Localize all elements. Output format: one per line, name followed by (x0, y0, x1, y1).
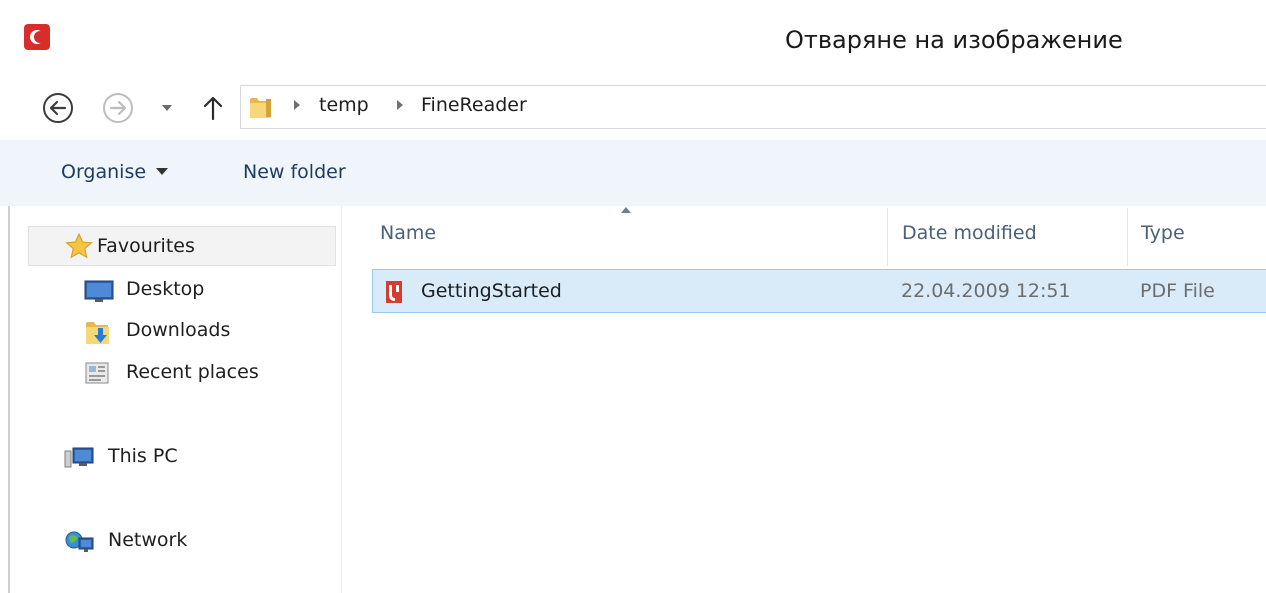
back-button[interactable] (42, 92, 74, 124)
organise-button[interactable]: Organise (61, 161, 169, 183)
chevron-down-icon (156, 168, 169, 175)
file-name: GettingStarted (421, 280, 562, 302)
network-icon (65, 531, 94, 552)
folder-icon (250, 98, 271, 118)
app-logo-icon (24, 24, 50, 50)
sidebar-item-network[interactable]: Network (64, 525, 324, 559)
new-folder-button[interactable]: New folder (243, 161, 346, 183)
recent-locations-chevron-down-icon[interactable] (160, 101, 174, 115)
breadcrumb-temp[interactable]: temp (319, 94, 369, 116)
sidebar-item-label: This PC (108, 445, 178, 467)
file-row[interactable]: GettingStarted 22.04.2009 12:51 PDF File (372, 269, 1266, 313)
breadcrumb-finereader[interactable]: FineReader (421, 94, 527, 116)
command-toolbar (0, 140, 1266, 206)
sort-ascending-icon (621, 207, 631, 213)
pdf-file-icon (386, 281, 402, 303)
window-title: Отваряне на изображение (785, 26, 1123, 54)
sidebar-item-label: Network (108, 529, 188, 551)
sidebar-item-label: Downloads (126, 319, 231, 341)
organise-label: Organise (61, 161, 147, 183)
recent-places-icon (85, 362, 109, 384)
column-header-date-modified[interactable]: Date modified (902, 222, 1037, 244)
desktop-icon (84, 280, 114, 302)
file-date-modified: 22.04.2009 12:51 (901, 280, 1071, 302)
up-arrow-icon[interactable] (200, 94, 226, 122)
column-divider[interactable] (887, 208, 888, 266)
breadcrumb-separator-icon[interactable] (291, 97, 303, 113)
column-header-type[interactable]: Type (1141, 222, 1185, 244)
title-bar: Отваряне на изображение (0, 0, 1266, 72)
sidebar-item-this-pc[interactable]: This PC (64, 441, 324, 475)
downloads-folder-icon (86, 322, 109, 344)
address-bar[interactable]: temp FineReader (240, 85, 1266, 129)
computer-icon (64, 447, 94, 468)
sidebar-item-label: Favourites (97, 235, 195, 257)
file-type: PDF File (1140, 280, 1215, 302)
sidebar-item-recent-places[interactable]: Recent places (84, 357, 324, 391)
forward-button[interactable] (102, 92, 134, 124)
column-divider[interactable] (1127, 208, 1128, 266)
breadcrumb-separator-icon[interactable] (394, 97, 406, 113)
column-header-name[interactable]: Name (380, 222, 436, 244)
sidebar-item-label: Recent places (126, 361, 259, 383)
sidebar-item-favourites[interactable]: Favourites (28, 226, 336, 266)
star-icon (65, 233, 93, 259)
sidebar-item-downloads[interactable]: Downloads (84, 315, 324, 349)
sidebar-item-label: Desktop (126, 278, 205, 300)
sidebar-item-desktop[interactable]: Desktop (84, 274, 324, 308)
